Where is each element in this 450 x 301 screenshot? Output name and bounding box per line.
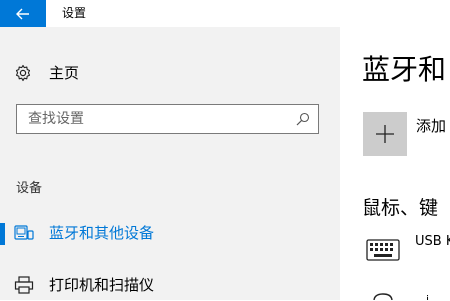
device-label[interactable]: USB K: [415, 233, 450, 251]
add-device-label[interactable]: 添加: [416, 115, 446, 137]
sidebar-item-bluetooth[interactable]: 蓝牙和其他设备: [0, 217, 340, 249]
search-input[interactable]: 查找设置: [16, 104, 319, 134]
search-icon[interactable]: [296, 112, 310, 126]
sidebar: 主页 查找设置 设备 蓝牙和其他设备 打印机和扫描仪: [0, 27, 340, 300]
back-arrow-icon: [16, 8, 29, 19]
sidebar-home[interactable]: 主页: [0, 59, 340, 87]
keyboard-icon: [366, 239, 400, 261]
plus-icon: [376, 125, 394, 143]
search-placeholder: 查找设置: [28, 111, 84, 127]
add-device-button[interactable]: [363, 112, 407, 156]
subsection-title: 鼠标、键: [362, 197, 439, 219]
mouse-icon: [373, 293, 393, 300]
selected-indicator: [0, 223, 5, 245]
home-label: 主页: [49, 64, 80, 82]
bluetooth-devices-icon: [14, 225, 34, 240]
back-button[interactable]: [0, 0, 46, 27]
page-title: 蓝牙和: [362, 53, 447, 86]
gear-icon: [15, 64, 31, 82]
printer-icon: [14, 276, 34, 294]
section-header-devices: 设备: [16, 181, 43, 196]
sidebar-item-label: 蓝牙和其他设备: [49, 224, 155, 242]
sidebar-item-label: 打印机和扫描仪: [49, 276, 155, 294]
main-content: 蓝牙和 添加 鼠标、键 USB K i: [340, 27, 450, 300]
device-label[interactable]: i: [426, 293, 429, 300]
sidebar-item-printers[interactable]: 打印机和扫描仪: [0, 269, 340, 301]
title-bar: 设置: [0, 0, 450, 27]
window-title: 设置: [62, 6, 87, 20]
